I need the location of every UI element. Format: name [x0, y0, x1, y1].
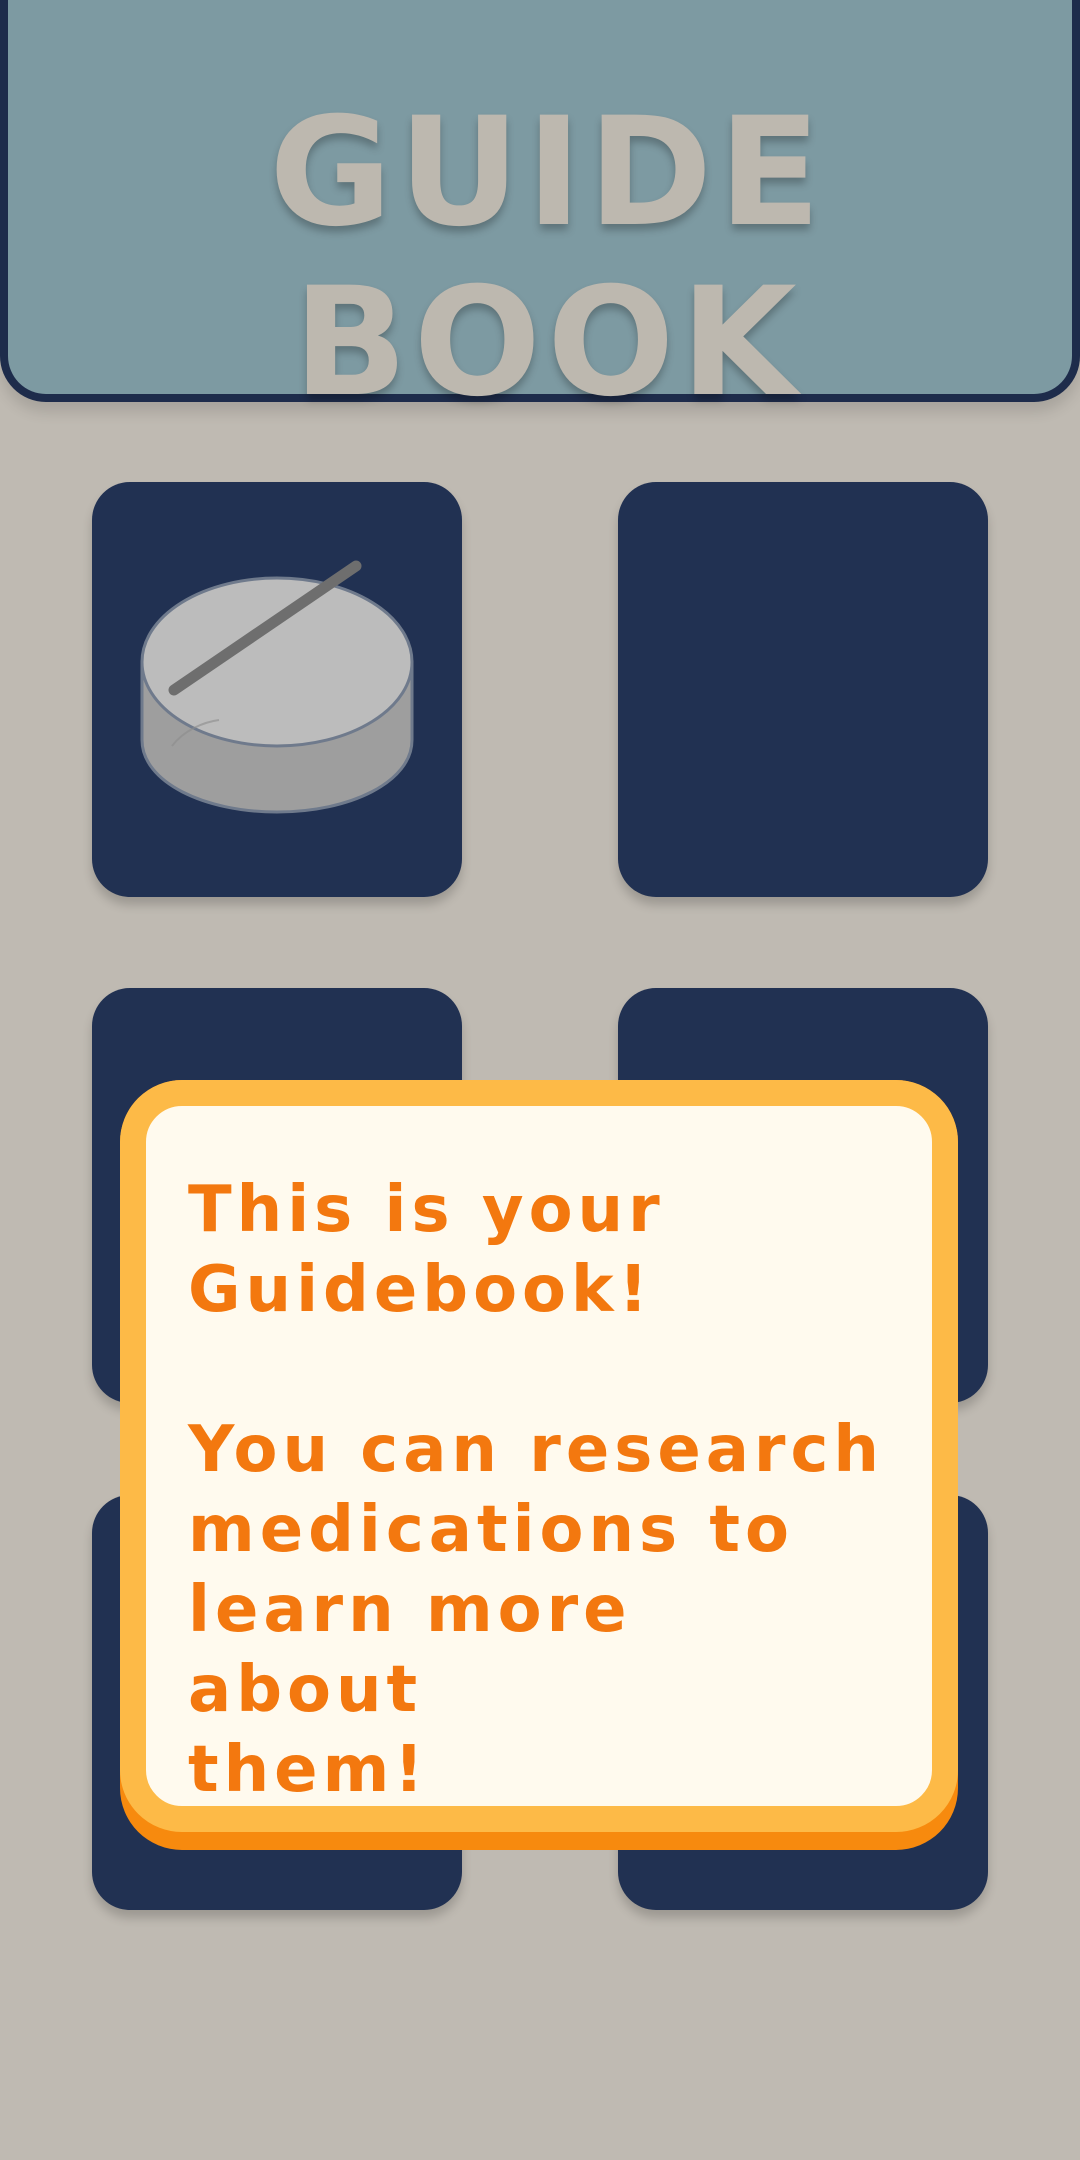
tutorial-text-description: You can research medications to learn mo… — [188, 1413, 884, 1807]
guide-slot-locked-2[interactable] — [618, 482, 988, 897]
tutorial-popup-body: This is your Guidebook! You can research… — [120, 1080, 958, 1832]
page-title: GUIDE BOOK — [269, 86, 827, 430]
pill-icon — [140, 560, 414, 814]
guide-slot-medication-1[interactable] — [92, 482, 462, 897]
guidebook-header: GUIDE BOOK — [0, 0, 1080, 428]
tutorial-text-intro: This is your Guidebook! — [188, 1173, 665, 1327]
tutorial-popup[interactable]: This is your Guidebook! You can research… — [120, 1080, 958, 1850]
